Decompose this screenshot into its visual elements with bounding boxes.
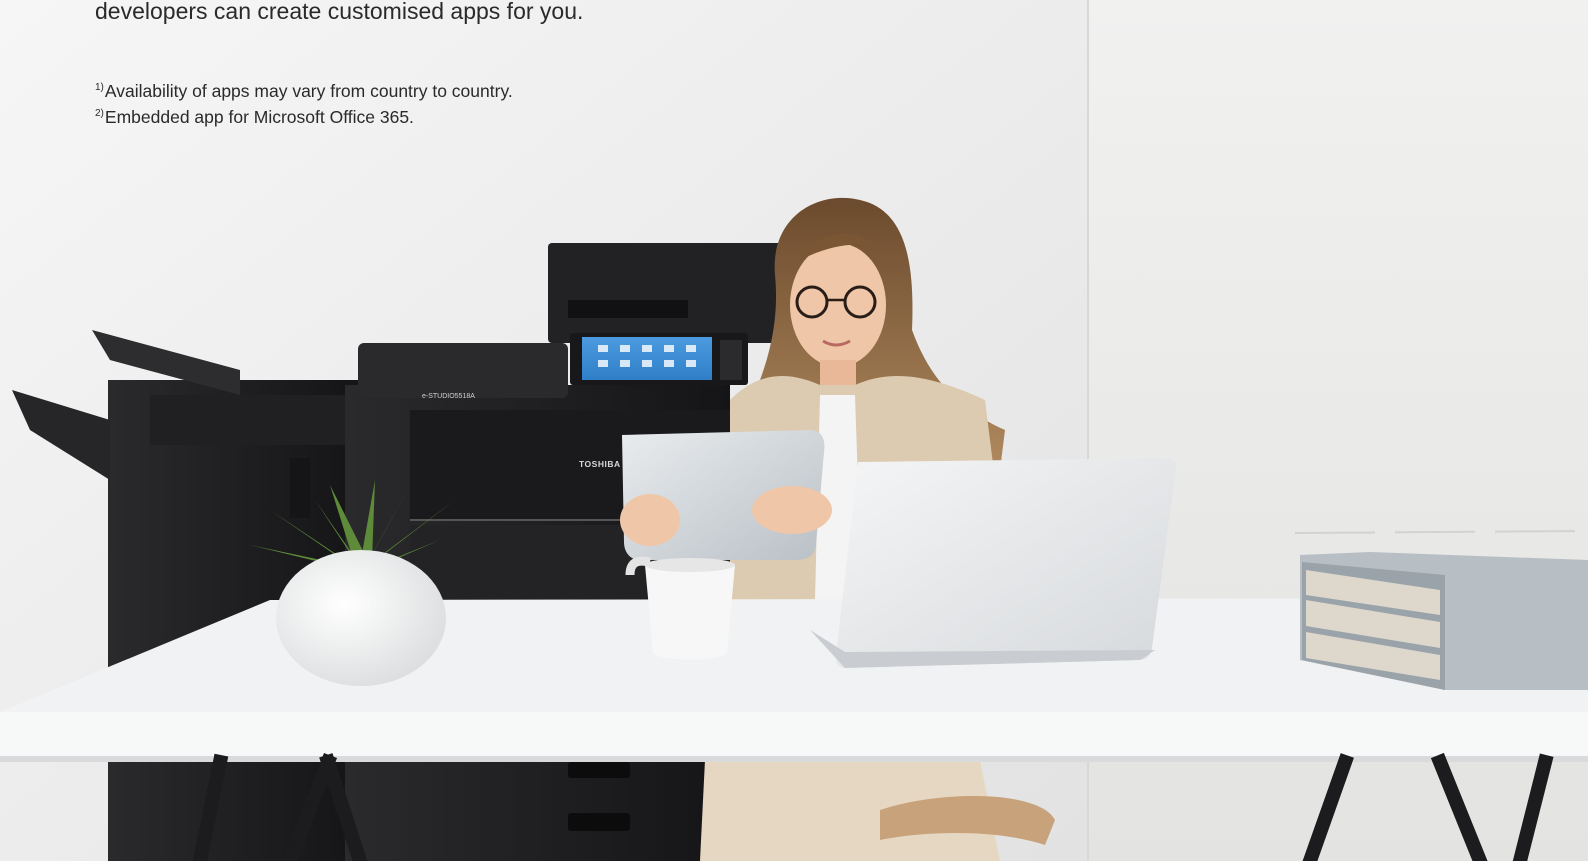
- printer-model-label: e-STUDIO5518A: [422, 393, 475, 400]
- tablet: [620, 430, 832, 560]
- footnote-mark: 1): [95, 82, 104, 93]
- printer-control-panel: [570, 333, 748, 385]
- footnote-text: Availability of apps may vary from count…: [104, 81, 513, 101]
- printer-brand-label: TOSHIBA: [579, 459, 621, 469]
- footnote-mark: 2): [95, 108, 104, 119]
- footnotes: 1)Availability of apps may vary from cou…: [95, 80, 513, 132]
- footnote-text: Embedded app for Microsoft Office 365.: [104, 107, 414, 127]
- intro-line: developers can create customised apps fo…: [95, 0, 584, 24]
- footnote-1: 1)Availability of apps may vary from cou…: [95, 80, 513, 106]
- footnote-2: 2)Embedded app for Microsoft Office 365.: [95, 106, 513, 132]
- laptop: [810, 458, 1177, 668]
